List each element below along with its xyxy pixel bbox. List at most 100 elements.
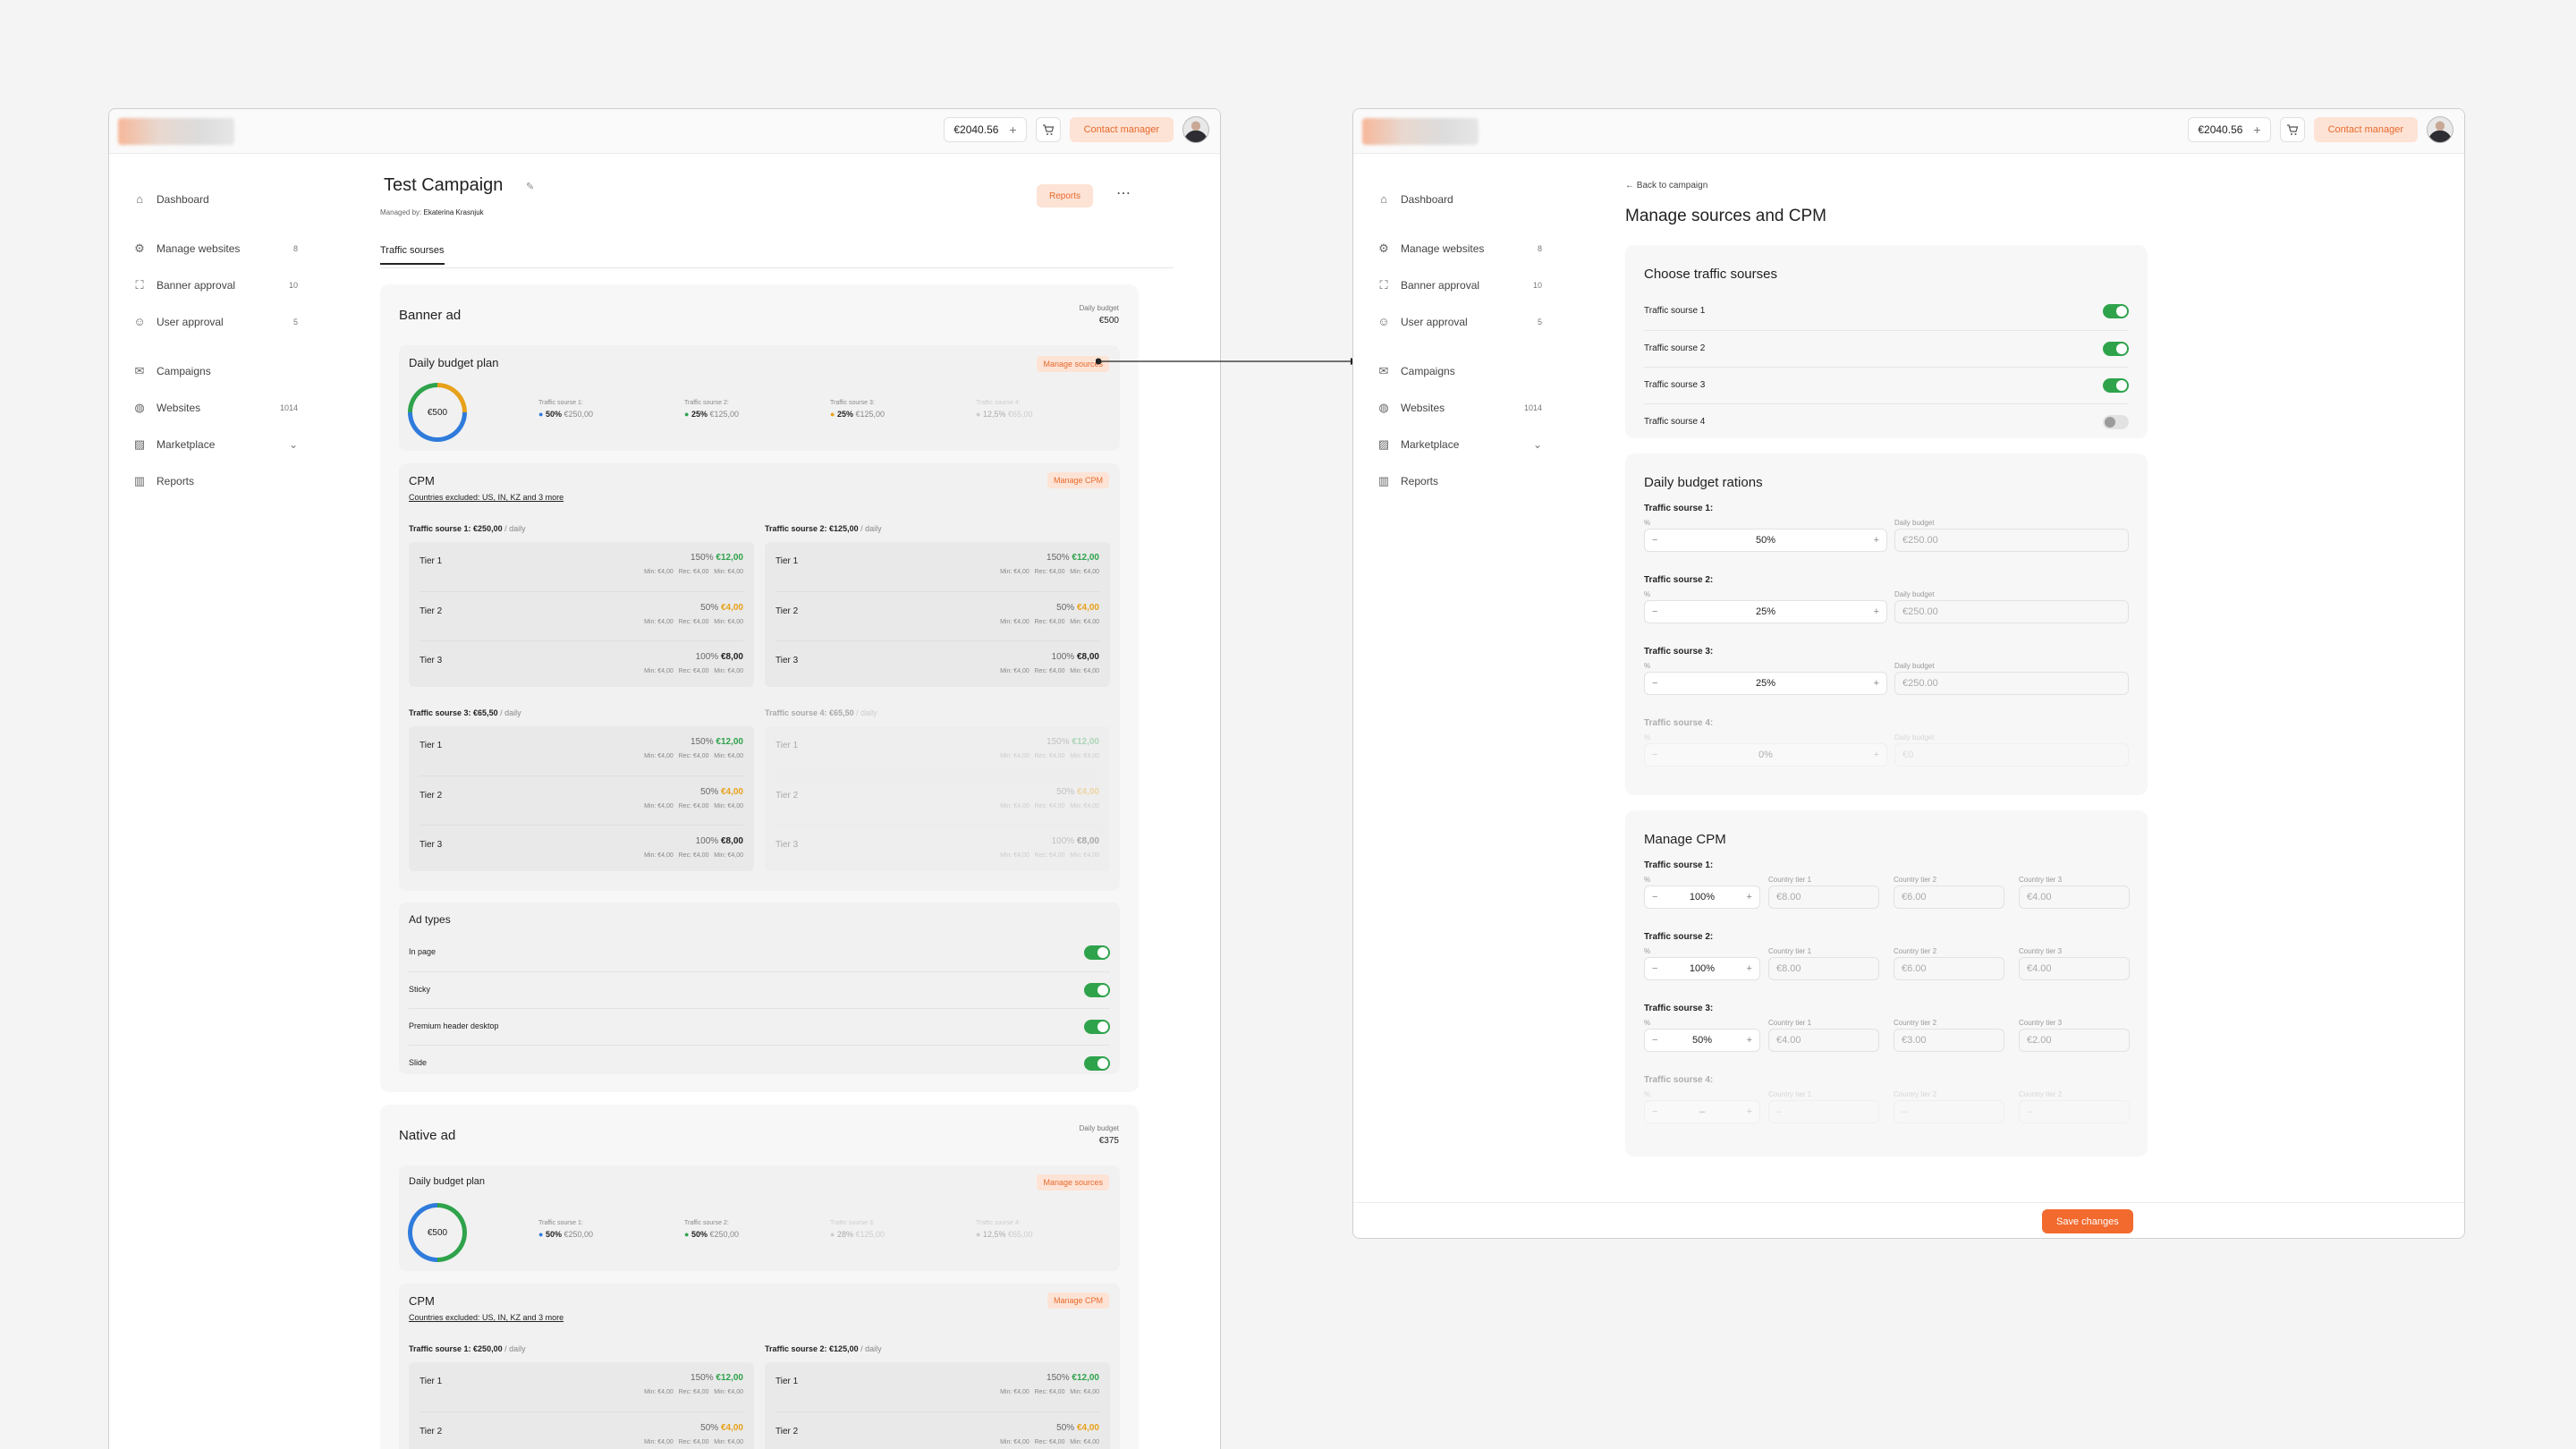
avatar[interactable]	[1182, 116, 1209, 143]
nav-campaigns[interactable]: ✉ Campaigns	[132, 352, 298, 389]
percent-stepper[interactable]: − 100% +	[1644, 957, 1760, 980]
manage-sources-button[interactable]: Manage sources	[1037, 1174, 1109, 1191]
daily-budget-field[interactable]: €250.00	[1894, 529, 2129, 552]
minus-icon[interactable]: −	[1652, 892, 1657, 902]
ration-label: Traffic sourse 1:	[1644, 504, 1714, 513]
nav-dashboard[interactable]: ⌂ Dashboard	[1377, 181, 1542, 217]
source-toggle[interactable]	[2103, 342, 2129, 356]
websites-gear-icon: ⚙	[134, 241, 145, 255]
country-tier-field[interactable]: €6.00	[1894, 957, 2004, 980]
group-header: Traffic sourse 2: €125,00 / daily	[765, 1344, 882, 1353]
nav-user-approval[interactable]: ☺ User approval 5	[132, 303, 298, 340]
pct-label: %	[1644, 590, 1651, 598]
globe-icon: ◍	[134, 400, 145, 414]
country-tier-field[interactable]: €3.00	[1894, 1029, 2004, 1052]
reports-button[interactable]: Reports	[1037, 184, 1094, 208]
daily-budget-field[interactable]: €0	[1894, 743, 2129, 767]
nav-websites[interactable]: ◍ Websites 1014	[132, 389, 298, 426]
campaign-icon: ✉	[1378, 363, 1389, 377]
nav-banner-approval[interactable]: ⛶ Banner approval 10	[132, 267, 298, 303]
nav-reports[interactable]: ▥ Reports	[132, 462, 298, 499]
country-tier-field[interactable]: €4.00	[2019, 886, 2130, 909]
daily-budget-field[interactable]: €250.00	[1894, 672, 2129, 695]
nav-manage-websites[interactable]: ⚙ Manage websites 8	[1377, 230, 1542, 267]
tier-minmax: Min: €4,00 Rec: €4,00 Min: €4,00	[1000, 852, 1099, 859]
percent-stepper[interactable]: − 100% +	[1644, 886, 1760, 909]
nav-reports[interactable]: ▥ Reports	[1377, 462, 1542, 499]
country-tier-field[interactable]: €6.00	[1894, 886, 2004, 909]
country-tier-field[interactable]: €8.00	[1768, 957, 1879, 980]
country-tier-field[interactable]: €8.00	[1768, 886, 1879, 909]
nav-dashboard[interactable]: ⌂ Dashboard	[132, 181, 298, 217]
source-toggle[interactable]	[2103, 378, 2129, 393]
ad-type-toggle[interactable]	[1084, 1056, 1110, 1071]
minus-icon[interactable]: −	[1652, 535, 1657, 546]
balance-widget[interactable]: €2040.56 +	[944, 117, 1027, 142]
nav-user-approval[interactable]: ☺ User approval 5	[1377, 303, 1542, 340]
plus-icon[interactable]: +	[1874, 678, 1879, 689]
plus-icon[interactable]: +	[1747, 1106, 1752, 1117]
panel-title: Choose traffic sourses	[1644, 267, 1777, 282]
nav-banner-approval[interactable]: ⛶ Banner approval 10	[1377, 267, 1542, 303]
source-toggle[interactable]	[2103, 304, 2129, 318]
country-tier-field[interactable]: –	[2019, 1100, 2130, 1123]
tier-list: Tier 1 150% €12,00 Min: €4,00 Rec: €4,00 M…	[409, 726, 754, 871]
ad-types-title: Ad types	[409, 913, 451, 926]
manage-cpm-button[interactable]: Manage CPM	[1046, 472, 1109, 488]
tier-row: Tier 2 50% €4,00 Min: €4,00 Rec: €4,00 Min…	[419, 775, 743, 825]
cart-button[interactable]	[1035, 117, 1061, 142]
nav-marketplace[interactable]: ▨ Marketplace ⌄	[132, 426, 298, 462]
avatar[interactable]	[2427, 116, 2453, 143]
page-title: Manage sources and CPM	[1625, 207, 1826, 225]
country-tier-field[interactable]: €2.00	[2019, 1029, 2130, 1052]
plus-icon[interactable]: +	[1747, 892, 1752, 902]
ad-type-toggle[interactable]	[1084, 1020, 1110, 1034]
country-tier-field[interactable]: –	[1768, 1100, 1879, 1123]
nav-marketplace[interactable]: ▨ Marketplace ⌄	[1377, 426, 1542, 462]
tab-traffic-sources[interactable]: Traffic sourses	[380, 245, 445, 265]
group-header: Traffic sourse 1: €250,00 / daily	[409, 1344, 526, 1353]
country-tier-field[interactable]: –	[1894, 1100, 2004, 1123]
minus-icon[interactable]: −	[1652, 963, 1657, 974]
ad-type-toggle[interactable]	[1084, 983, 1110, 997]
country-tier-field[interactable]: €4.00	[2019, 957, 2130, 980]
source-toggle[interactable]	[2103, 415, 2129, 429]
balance-widget[interactable]: €2040.56 +	[2188, 117, 2271, 142]
percent-stepper[interactable]: − 25% +	[1644, 600, 1887, 623]
plus-icon[interactable]: +	[1874, 606, 1879, 617]
minus-icon[interactable]: −	[1652, 1035, 1657, 1046]
minus-icon[interactable]: −	[1652, 678, 1657, 689]
nav-label: User approval	[1401, 315, 1468, 328]
daily-budget-field[interactable]: €250.00	[1894, 600, 2129, 623]
plus-icon[interactable]: +	[1747, 963, 1752, 974]
ad-type-toggle[interactable]	[1084, 945, 1110, 960]
country-tier-field[interactable]: €4.00	[1768, 1029, 1879, 1052]
countries-excluded-link[interactable]: Countries excluded: US, IN, KZ and 3 mor…	[409, 1313, 564, 1322]
minus-icon[interactable]: −	[1652, 606, 1657, 617]
percent-stepper[interactable]: − 50% +	[1644, 1029, 1760, 1052]
nav-websites[interactable]: ◍ Websites 1014	[1377, 389, 1542, 426]
minus-icon[interactable]: −	[1652, 750, 1657, 760]
tier-minmax: Min: €4,00 Rec: €4,00 Min: €4,00	[644, 753, 743, 759]
plus-icon[interactable]: +	[1874, 535, 1879, 546]
cart-button[interactable]	[2279, 117, 2305, 142]
plus-icon[interactable]: +	[1874, 750, 1879, 760]
tier-minmax: Min: €4,00 Rec: €4,00 Min: €4,00	[644, 803, 743, 809]
nav-manage-websites[interactable]: ⚙ Manage websites 8	[132, 230, 298, 267]
contact-manager-button[interactable]: Contact manager	[1069, 117, 1174, 142]
contact-manager-button[interactable]: Contact manager	[2313, 117, 2418, 142]
percent-stepper[interactable]: − 0% +	[1644, 743, 1887, 767]
percent-stepper[interactable]: − – +	[1644, 1100, 1760, 1123]
percent-stepper[interactable]: − 25% +	[1644, 672, 1887, 695]
save-changes-button[interactable]: Save changes	[2042, 1209, 2133, 1233]
countries-excluded-link[interactable]: Countries excluded: US, IN, KZ and 3 mor…	[409, 493, 564, 502]
manage-cpm-button[interactable]: Manage CPM	[1046, 1292, 1109, 1309]
minus-icon[interactable]: −	[1652, 1106, 1657, 1117]
back-link[interactable]: ← Back to campaign	[1625, 181, 1707, 191]
percent-stepper[interactable]: − 50% +	[1644, 529, 1887, 552]
plus-icon[interactable]: +	[1747, 1035, 1752, 1046]
nav-campaigns[interactable]: ✉ Campaigns	[1377, 352, 1542, 389]
more-icon[interactable]: ⋯	[1116, 184, 1131, 202]
cpm-row: Traffic sourse 2:% − 100% + Country tier 1 €8…	[1644, 932, 2130, 1000]
edit-icon[interactable]: ✎	[526, 181, 534, 192]
